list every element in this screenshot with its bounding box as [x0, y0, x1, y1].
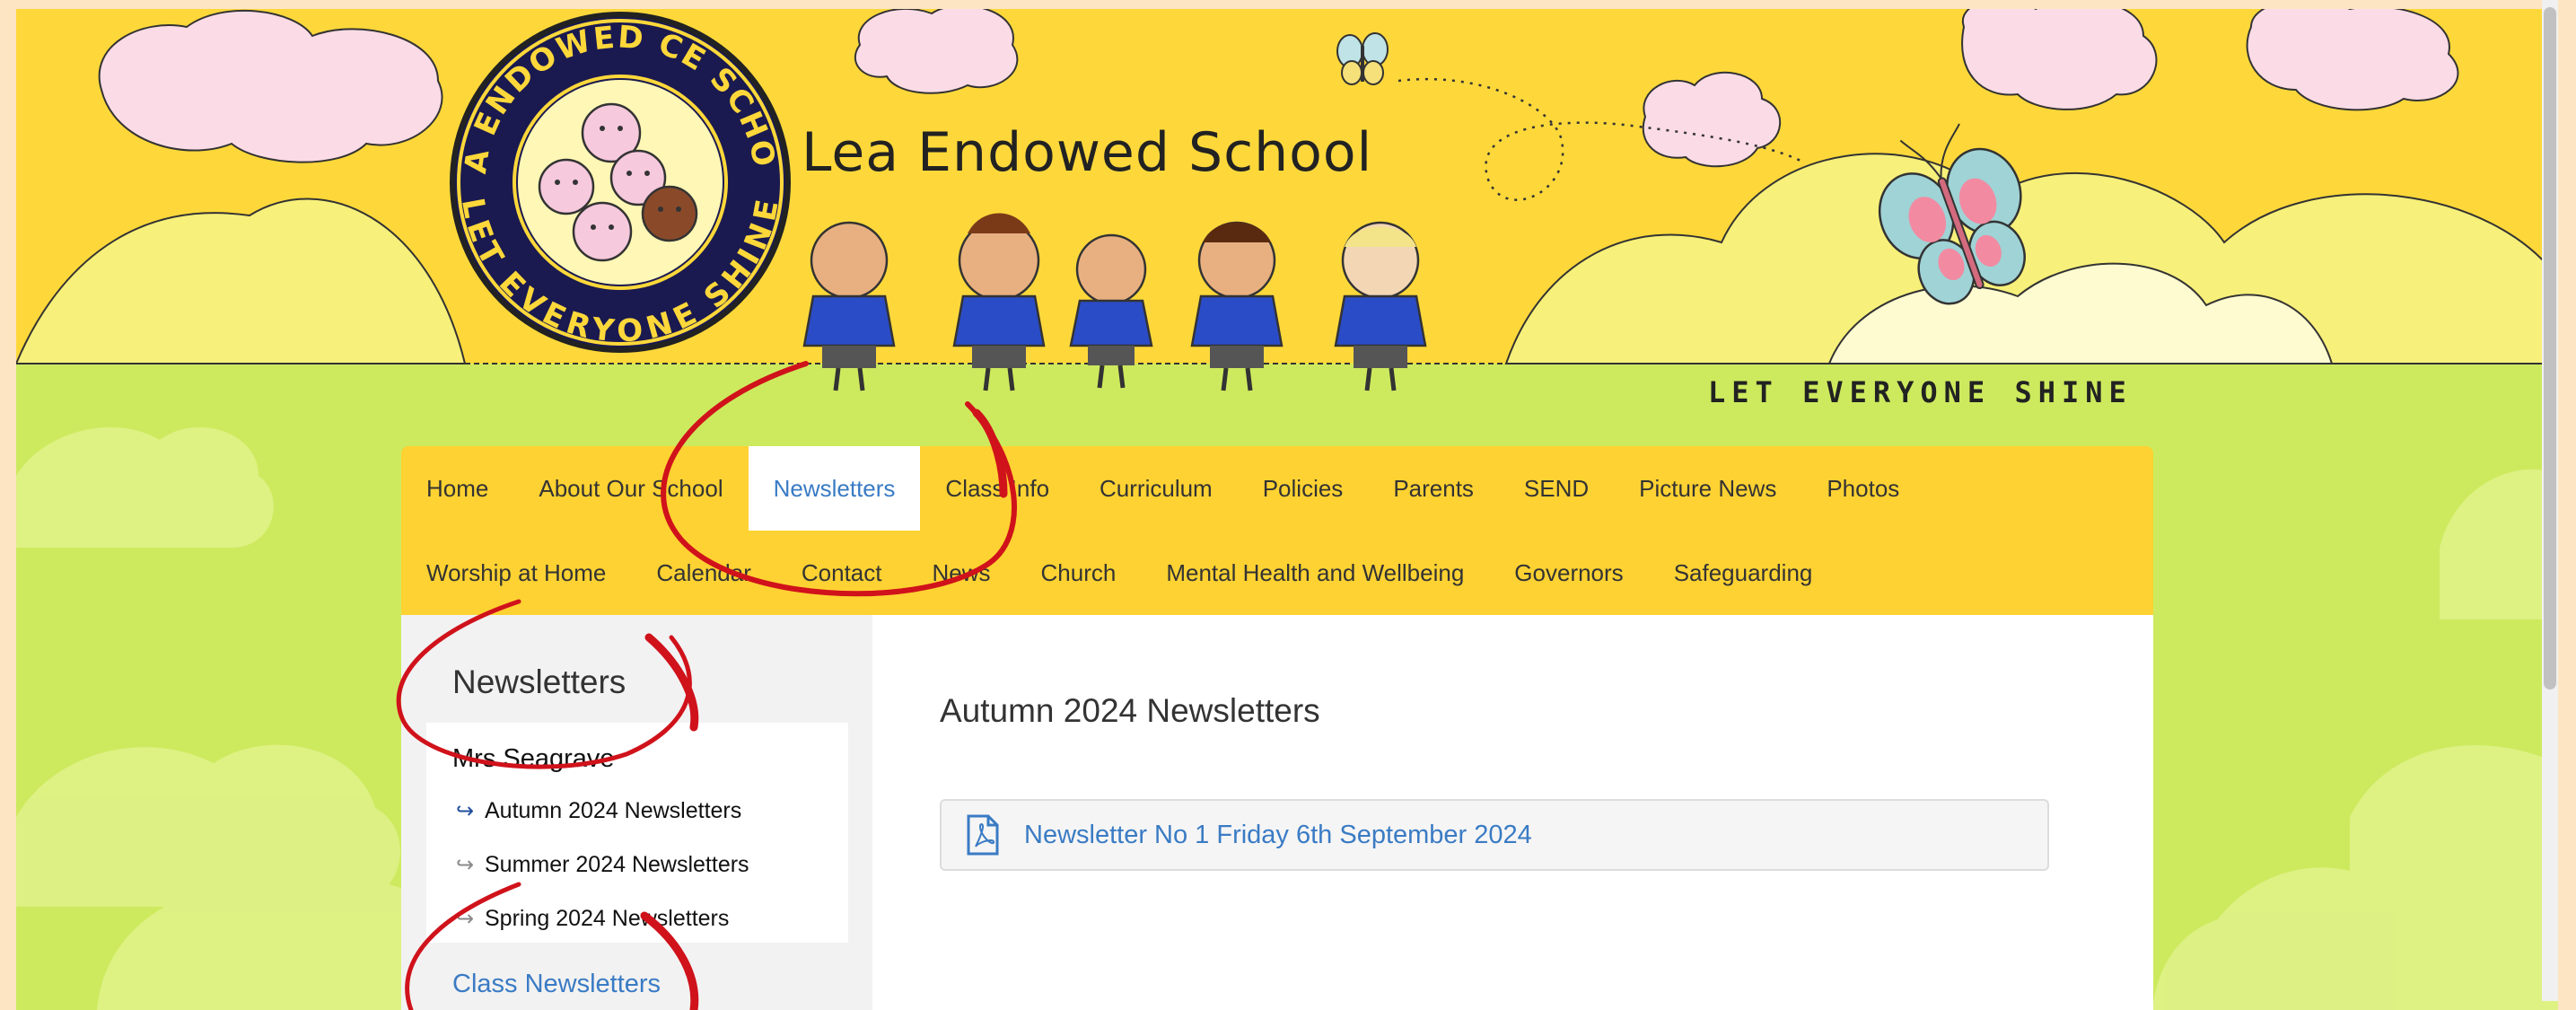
nav-item-photos[interactable]: Photos	[1801, 446, 1924, 531]
nav-item-parents[interactable]: Parents	[1368, 446, 1499, 531]
nav-item-mental-health-and-wellbeing[interactable]: Mental Health and Wellbeing	[1141, 531, 1489, 615]
nav-item-about-our-school[interactable]: About Our School	[513, 446, 748, 531]
nav-item-curriculum[interactable]: Curriculum	[1074, 446, 1238, 531]
nav-item-picture-news[interactable]: Picture News	[1614, 446, 1801, 531]
nav-item-calendar[interactable]: Calendar	[631, 531, 776, 615]
sidebar-section-heading[interactable]: Mrs Seagrave	[452, 744, 615, 774]
nav-item-policies[interactable]: Policies	[1238, 446, 1369, 531]
sidebar-item-label: Autumn 2024 Newsletters	[485, 798, 742, 823]
nav-item-class-info[interactable]: Class Info	[920, 446, 1074, 531]
sidebar-title: Newsletters	[452, 663, 626, 700]
nav-item-governors[interactable]: Governors	[1489, 531, 1648, 615]
sidebar: Newsletters Mrs Seagrave ↪ Autumn 2024 N…	[401, 615, 872, 1010]
return-arrow-icon: ↪	[456, 799, 475, 823]
class-newsletters-link[interactable]: Class Newsletters	[452, 970, 661, 999]
nav-item-safeguarding[interactable]: Safeguarding	[1649, 531, 1838, 615]
nav-item-church[interactable]: Church	[1016, 531, 1142, 615]
nav-item-send[interactable]: SEND	[1499, 446, 1614, 531]
nav-row-2: Worship at Home Calendar Contact News Church…	[401, 531, 1837, 615]
scrollbar-thumb[interactable]	[2544, 7, 2556, 689]
return-arrow-icon: ↪	[456, 907, 475, 931]
sidebar-item-spring-2024[interactable]: ↪ Spring 2024 Newsletters	[456, 906, 729, 932]
nav-row-1: Home About Our School Newsletters Class Inf…	[401, 446, 1924, 531]
sidebar-item-autumn-2024[interactable]: ↪ Autumn 2024 Newsletters	[456, 798, 741, 824]
nav-item-home[interactable]: Home	[401, 446, 513, 531]
return-arrow-icon: ↪	[456, 853, 475, 877]
page-title: Autumn 2024 Newsletters	[940, 692, 1320, 729]
school-name: Lea Endowed School	[802, 121, 1373, 184]
sidebar-submenu: Mrs Seagrave ↪ Autumn 2024 Newsletters ↪…	[426, 723, 848, 943]
scrollbar[interactable]	[2542, 0, 2558, 1001]
sidebar-item-label: Spring 2024 Newsletters	[485, 906, 730, 931]
school-logo	[450, 12, 791, 353]
content-area: Newsletters Mrs Seagrave ↪ Autumn 2024 N…	[401, 615, 2153, 1010]
page: LEA ENDOWED CE SCHOOL LET EVERYONE SHINE…	[16, 9, 2558, 1010]
newsletter-file-link[interactable]: Newsletter No 1 Friday 6th September 202…	[940, 799, 2049, 871]
pdf-icon	[967, 814, 999, 856]
nav-item-worship-at-home[interactable]: Worship at Home	[401, 531, 631, 615]
nav-item-newsletters[interactable]: Newsletters	[748, 446, 921, 531]
nav-item-contact[interactable]: Contact	[776, 531, 907, 615]
main-navigation: Home About Our School Newsletters Class Inf…	[401, 446, 2153, 615]
tagline: LET EVERYONE SHINE	[1708, 375, 2133, 409]
sidebar-item-label: Summer 2024 Newsletters	[485, 852, 749, 877]
nav-item-news[interactable]: News	[907, 531, 1016, 615]
sidebar-item-summer-2024[interactable]: ↪ Summer 2024 Newsletters	[456, 852, 749, 878]
file-label: Newsletter No 1 Friday 6th September 202…	[1024, 820, 1532, 849]
